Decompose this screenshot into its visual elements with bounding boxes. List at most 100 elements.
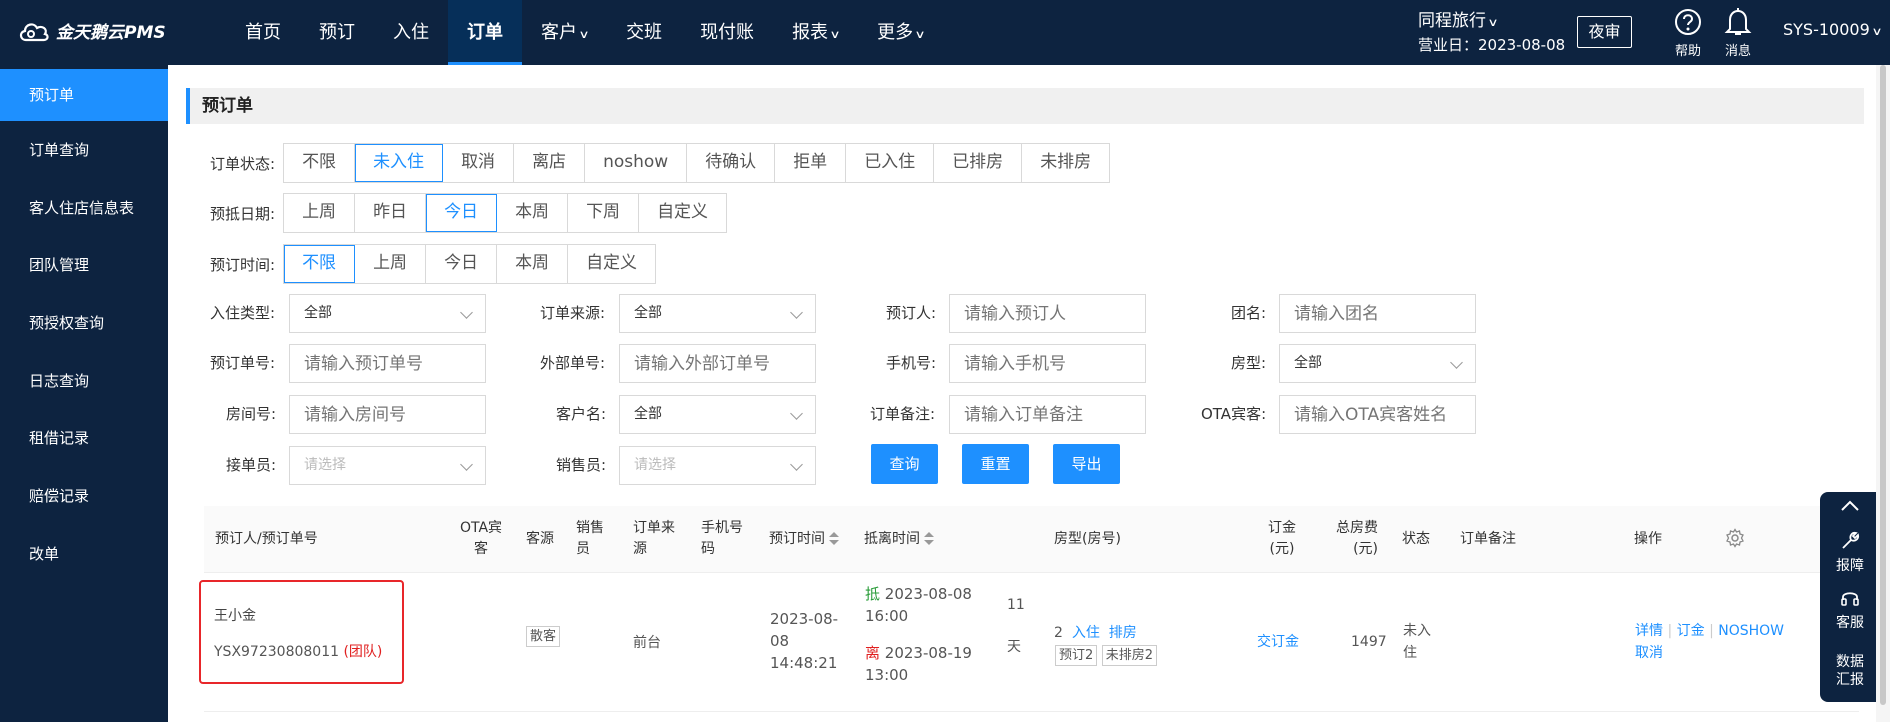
- collapse-button[interactable]: [1820, 498, 1880, 519]
- room-type-select[interactable]: 全部: [1279, 344, 1476, 383]
- status-option[interactable]: 未入住: [355, 144, 444, 182]
- help-button[interactable]: 帮助: [1663, 6, 1713, 59]
- data-report-line2: 汇报: [1836, 672, 1864, 688]
- nav-booking[interactable]: 预订: [300, 0, 374, 65]
- nav-checkin[interactable]: 入住: [374, 0, 448, 65]
- booking-time-option[interactable]: 不限: [284, 245, 356, 283]
- col-sales-line1: 销售: [576, 520, 604, 536]
- export-button[interactable]: 导出: [1053, 444, 1120, 484]
- order-source-select[interactable]: 全部: [619, 294, 816, 333]
- user-menu[interactable]: SYS-10009∨: [1783, 20, 1882, 39]
- sidebar-item-group-management[interactable]: 团队管理: [0, 237, 168, 295]
- status-option[interactable]: 取消: [443, 144, 515, 182]
- room-type-label: 房型:: [1231, 354, 1267, 372]
- nav-orders[interactable]: 订单: [448, 0, 522, 65]
- col-sales-line2: 员: [576, 541, 590, 557]
- ota-guest-input[interactable]: [1279, 395, 1476, 434]
- arrival-option[interactable]: 上周: [284, 194, 356, 232]
- cancel-link[interactable]: 取消: [1635, 645, 1663, 661]
- status-option[interactable]: noshow: [585, 144, 688, 182]
- sidebar-item-rental-records[interactable]: 租借记录: [0, 410, 168, 468]
- nav-cash-account[interactable]: 现付账: [681, 0, 773, 65]
- sidebar-item-log-query[interactable]: 日志查询: [0, 353, 168, 411]
- nav-home[interactable]: 首页: [226, 0, 300, 65]
- order-note-label: 订单备注:: [870, 405, 936, 423]
- sidebar-item-compensation-records[interactable]: 赔偿记录: [0, 468, 168, 526]
- booking-time-option[interactable]: 本周: [497, 245, 569, 283]
- arrival-option[interactable]: 自定义: [639, 194, 727, 232]
- sidebar-item-preauth-query[interactable]: 预授权查询: [0, 295, 168, 353]
- unassigned-tag: 未排房2: [1101, 645, 1158, 666]
- customer-service-button[interactable]: 客服: [1820, 587, 1880, 632]
- chevron-down-icon: ∨: [1487, 16, 1499, 29]
- col-deposit-line2: (元): [1269, 541, 1295, 557]
- room-tags: 预订2 未排房2: [1055, 644, 1158, 666]
- checkin-link[interactable]: 入住: [1072, 625, 1100, 641]
- status-option[interactable]: 离店: [514, 144, 586, 182]
- external-no-input[interactable]: [619, 344, 816, 383]
- status-option[interactable]: 未排房: [1022, 144, 1110, 182]
- sidebar-item-booking-list[interactable]: 预订单: [0, 69, 168, 121]
- sort-icon[interactable]: [924, 532, 934, 546]
- scrollbar-thumb[interactable]: [1880, 65, 1886, 705]
- query-button[interactable]: 查询: [871, 444, 938, 484]
- report-issue-button[interactable]: 报障: [1820, 530, 1880, 575]
- arrival-option[interactable]: 昨日: [355, 194, 427, 232]
- sidebar-item-guest-info[interactable]: 客人住店信息表: [0, 180, 168, 238]
- nav-customers[interactable]: 客户∨: [522, 0, 607, 65]
- arrival-option[interactable]: 本周: [497, 194, 569, 232]
- sales-select[interactable]: 请选择: [619, 446, 816, 485]
- detail-link[interactable]: 详情: [1635, 623, 1663, 639]
- sidebar-item-label: 订单查询: [29, 141, 90, 159]
- booked-tag: 预订2: [1055, 645, 1098, 666]
- status-option[interactable]: 不限: [284, 144, 356, 182]
- data-report-button[interactable]: 数据 汇报: [1820, 653, 1880, 689]
- app-logo[interactable]: 金天鹅云PMS: [18, 18, 166, 43]
- deposit-link[interactable]: 订金: [1677, 623, 1705, 639]
- noshow-link[interactable]: NOSHOW: [1718, 623, 1784, 639]
- room-no-input[interactable]: [289, 395, 486, 434]
- night-audit-button[interactable]: 夜审: [1577, 16, 1632, 48]
- phone-label: 手机号:: [886, 354, 937, 372]
- booker-input[interactable]: [949, 294, 1146, 333]
- help-label: 帮助: [1674, 44, 1701, 59]
- gear-icon[interactable]: [1725, 528, 1745, 548]
- receiver-select[interactable]: 请选择: [289, 446, 486, 485]
- status-option[interactable]: 待确认: [687, 144, 776, 182]
- group-name-input[interactable]: [1279, 294, 1476, 333]
- checkin-type-select[interactable]: 全部: [289, 294, 486, 333]
- ota-guest-label: OTA宾客:: [1201, 405, 1267, 423]
- messages-button[interactable]: 消息: [1713, 6, 1763, 59]
- source-tag: 散客: [526, 625, 561, 647]
- booking-no-input[interactable]: [289, 344, 486, 383]
- status-option[interactable]: 已入住: [846, 144, 935, 182]
- question-circle-icon: [1675, 9, 1701, 35]
- nav-reports[interactable]: 报表∨: [773, 0, 858, 65]
- col-stay-time[interactable]: 抵离时间: [864, 529, 934, 550]
- nav-shift[interactable]: 交班: [607, 0, 681, 65]
- nav-more[interactable]: 更多∨: [858, 0, 943, 65]
- chevron-down-icon: ∨: [829, 28, 841, 41]
- pay-deposit-link[interactable]: 交订金: [1257, 631, 1299, 653]
- sidebar-item-modify-order[interactable]: 改单: [0, 526, 168, 584]
- booking-time-option[interactable]: 上周: [355, 245, 427, 283]
- order-note-input[interactable]: [949, 395, 1146, 434]
- booking-time-line3: 14:48:21: [770, 654, 838, 672]
- sort-icon[interactable]: [829, 532, 839, 546]
- arrival-option[interactable]: 下周: [568, 194, 640, 232]
- booking-time-option[interactable]: 自定义: [568, 245, 656, 283]
- customer-select[interactable]: 全部: [619, 395, 816, 434]
- phone-input[interactable]: [949, 344, 1146, 383]
- sidebar-item-order-query[interactable]: 订单查询: [0, 122, 168, 180]
- booking-time-filter: 预订时间: 不限 上周 今日 本周 自定义: [210, 244, 657, 284]
- col-sales: 销售员: [576, 518, 604, 560]
- booking-time-option[interactable]: 今日: [426, 245, 498, 283]
- reset-button[interactable]: 重置: [962, 444, 1029, 484]
- assign-room-link[interactable]: 排房: [1109, 625, 1137, 641]
- arrival-option[interactable]: 今日: [426, 194, 498, 232]
- col-deposit-line1: 订金: [1268, 520, 1296, 536]
- col-booking-time[interactable]: 预订时间: [769, 529, 839, 550]
- status-option[interactable]: 拒单: [775, 144, 847, 182]
- hotel-selector[interactable]: 同程旅行∨ 营业日：2023-08-08: [1418, 10, 1565, 56]
- status-option[interactable]: 已排房: [934, 144, 1023, 182]
